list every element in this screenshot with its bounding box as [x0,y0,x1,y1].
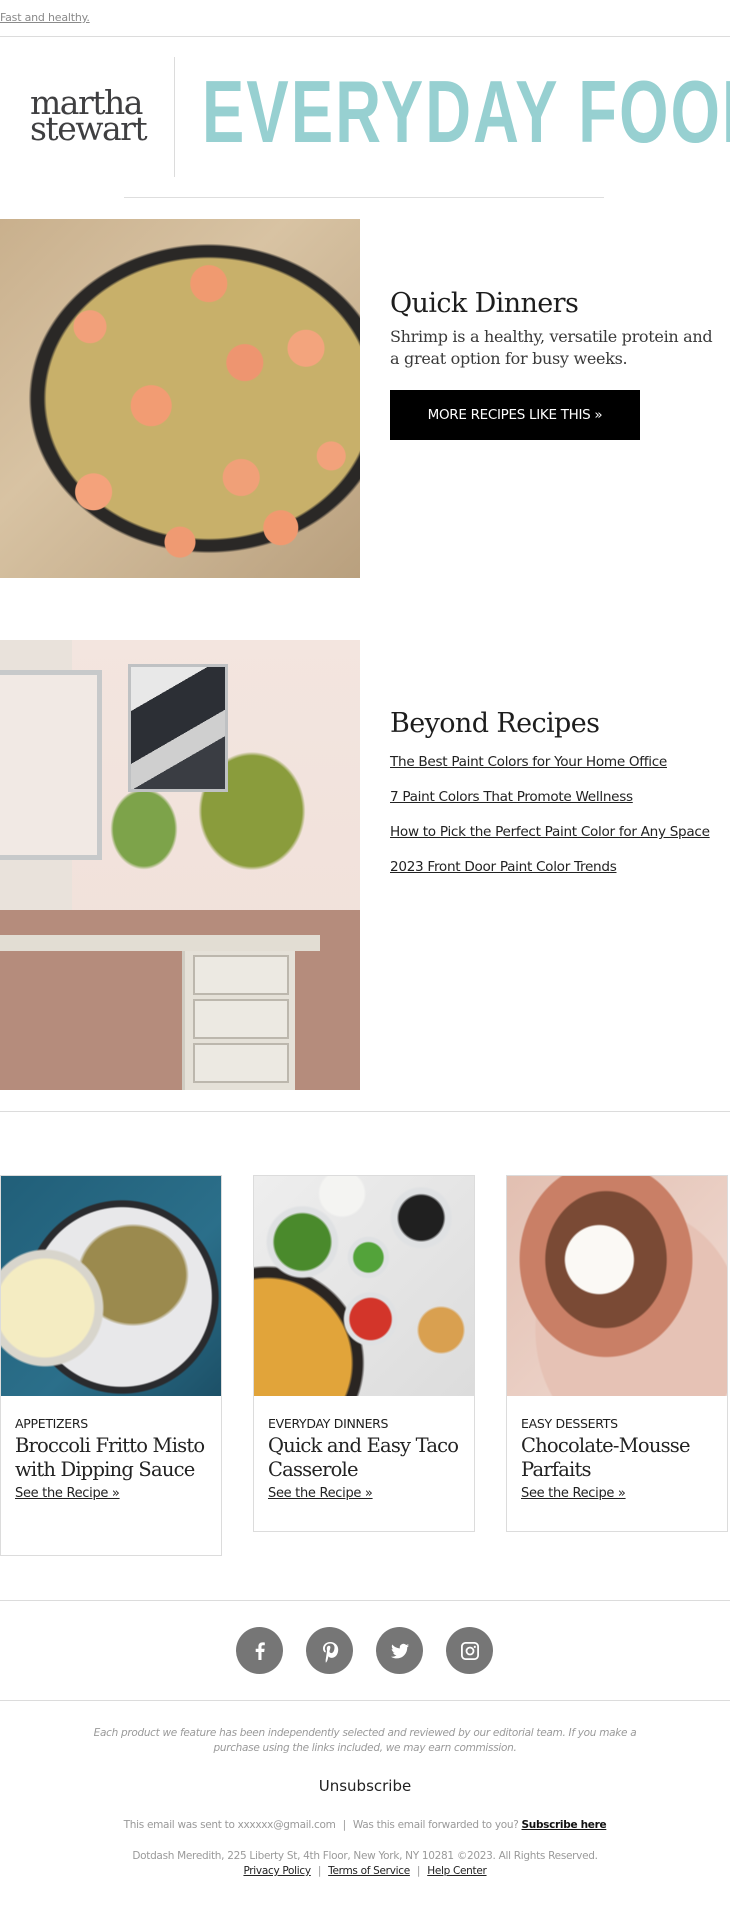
feature-title: Quick Dinners [390,288,579,319]
logo-line-2: stewart [30,109,148,148]
sent-to-text: This email was sent to xxxxxx@gmail.com [123,1819,336,1831]
feature-image[interactable] [0,219,360,578]
facebook-icon [255,1641,265,1660]
martha-stewart-logo: martha stewart [30,86,152,148]
divider [0,36,730,37]
recipe-category: EASY DESSERTS [521,1416,618,1431]
drawer-decor [193,955,289,995]
unsubscribe-link[interactable]: Unsubscribe [0,1777,730,1795]
drawer-decor [193,1043,289,1083]
beyond-recipes-links: The Best Paint Colors for Your Home Offi… [390,752,710,892]
logo-divider [174,57,175,177]
divider [124,197,604,198]
social-links [236,1627,493,1674]
office-frame-decor [0,670,102,860]
subscribe-here-link[interactable]: Subscribe here [522,1819,607,1831]
recipe-card: EVERYDAY DINNERS Quick and Easy Taco Cas… [253,1175,475,1532]
separator: | [416,1865,421,1877]
recipe-card-image[interactable] [507,1176,727,1396]
see-recipe-link[interactable]: See the Recipe » [521,1486,626,1501]
instagram-button[interactable] [446,1627,493,1674]
article-link[interactable]: How to Pick the Perfect Paint Color for … [390,822,710,857]
recipe-category: EVERYDAY DINNERS [268,1416,389,1431]
footer-links: Privacy Policy | Terms of Service | Help… [0,1864,730,1879]
recipe-title: Quick and Easy Taco Casserole [268,1434,459,1481]
recipe-card-image[interactable] [1,1176,221,1396]
drawer-decor [193,999,289,1039]
office-art-decor [128,664,228,792]
divider [0,1600,730,1601]
footer-address: Dotdash Meredith, 225 Liberty St, 4th Fl… [0,1849,730,1879]
twitter-icon [390,1643,409,1658]
facebook-button[interactable] [236,1627,283,1674]
separator: | [317,1865,322,1877]
pinterest-button[interactable] [306,1627,353,1674]
separator: | [342,1819,347,1831]
recipe-title: Chocolate-Mousse Parfaits [521,1434,691,1481]
privacy-policy-link[interactable]: Privacy Policy [243,1865,311,1877]
pinterest-icon [322,1641,338,1663]
sent-to-line: This email was sent to xxxxxx@gmail.com … [0,1819,730,1831]
help-center-link[interactable]: Help Center [427,1865,487,1877]
see-recipe-link[interactable]: See the Recipe » [15,1486,120,1501]
divider [0,1700,730,1701]
article-link[interactable]: 7 Paint Colors That Promote Wellness [390,787,710,822]
recipe-card: EASY DESSERTS Chocolate-Mousse Parfaits … [506,1175,728,1532]
beyond-recipes-title: Beyond Recipes [390,708,600,739]
beyond-recipes-image[interactable] [0,640,360,1090]
instagram-icon [460,1641,479,1660]
office-desk-decor [0,935,320,951]
recipe-card: APPETIZERS Broccoli Fritto Misto with Di… [0,1175,222,1556]
recipe-category: APPETIZERS [15,1416,88,1431]
terms-of-service-link[interactable]: Terms of Service [328,1865,410,1877]
article-link[interactable]: The Best Paint Colors for Your Home Offi… [390,752,710,787]
divider [0,1111,730,1112]
twitter-button[interactable] [376,1627,423,1674]
more-recipes-button[interactable]: MORE RECIPES LIKE THIS » [390,390,640,440]
recipe-title: Broccoli Fritto Misto with Dipping Sauce [15,1434,205,1481]
address-text: Dotdash Meredith, 225 Liberty St, 4th Fl… [132,1850,598,1862]
office-cabinet-decor [182,951,295,1090]
feature-description: Shrimp is a healthy, versatile protein a… [390,327,713,368]
preheader-link[interactable]: Fast and healthy. [0,11,90,24]
affiliate-disclaimer: Each product we feature has been indepen… [93,1727,637,1754]
forwarded-question: Was this email forwarded to you? [352,1819,519,1831]
see-recipe-link[interactable]: See the Recipe » [268,1486,373,1501]
newsletter-title: EVERYDAY FOOD [202,62,730,161]
article-link[interactable]: 2023 Front Door Paint Color Trends [390,857,710,892]
recipe-card-image[interactable] [254,1176,474,1396]
